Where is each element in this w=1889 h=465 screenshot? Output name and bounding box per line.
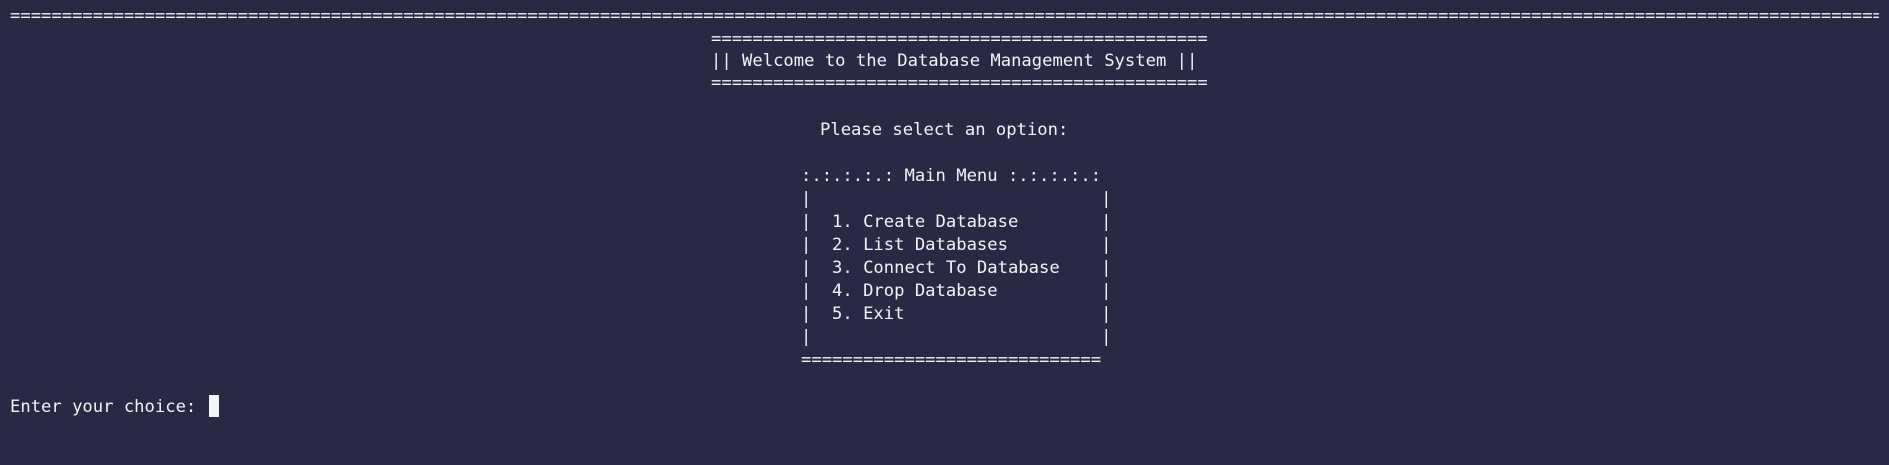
menu-item-exit: | 5. Exit | — [801, 304, 1112, 324]
top-rule: ========================================… — [10, 6, 1879, 26]
choice-prompt: Enter your choice: — [10, 397, 207, 417]
terminal-window[interactable]: ========================================… — [0, 0, 1889, 465]
banner-title: || Welcome to the Database Management Sy… — [711, 51, 1198, 71]
menu-item-list-databases: | 2. List Databases | — [801, 235, 1112, 255]
menu-header: :.:.:.:.: Main Menu :.:.:.:.: — [801, 166, 1102, 186]
banner-rule-top: ========================================… — [711, 29, 1208, 49]
menu-footer: ============================= — [801, 350, 1102, 370]
menu-blank-bottom: | | — [801, 327, 1112, 347]
menu-blank-top: | | — [801, 189, 1112, 209]
menu-item-connect-to-database: | 3. Connect To Database | — [801, 258, 1112, 278]
menu-item-create-database: | 1. Create Database | — [801, 212, 1112, 232]
input-line[interactable]: Enter your choice: — [10, 395, 219, 419]
menu-item-drop-database: | 4. Drop Database | — [801, 281, 1112, 301]
text-cursor[interactable] — [208, 395, 219, 417]
banner-rule-bottom: ========================================… — [711, 73, 1208, 93]
select-option-prompt: Please select an option: — [820, 120, 1069, 140]
